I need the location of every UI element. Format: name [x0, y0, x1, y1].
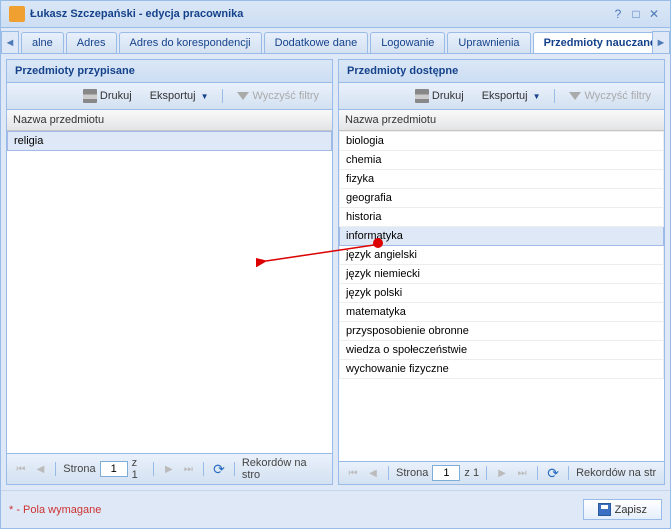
table-row[interactable]: język angielski	[339, 246, 664, 265]
page-prev-right[interactable]: ◀	[365, 465, 381, 481]
column-header-right[interactable]: Nazwa przedmiotu	[339, 110, 664, 131]
table-row[interactable]: wiedza o społeczeństwie	[339, 341, 664, 360]
tab-uprawnienia[interactable]: Uprawnienia	[447, 32, 530, 53]
clear-filters-button-right[interactable]: Wyczyść filtry	[562, 87, 658, 105]
table-row[interactable]: religia	[7, 131, 332, 151]
content-area: Przedmioty przypisane Drukuj Eksportuj ▼…	[1, 54, 670, 490]
tab-adres-do-korespondencji[interactable]: Adres do korespondencji	[119, 32, 262, 53]
print-button-right[interactable]: Drukuj	[408, 86, 471, 106]
page-first-left[interactable]: ⏮	[13, 461, 29, 477]
export-button-left[interactable]: Eksportuj ▼	[143, 87, 216, 105]
table-row[interactable]: biologia	[339, 131, 664, 151]
table-row[interactable]: matematyka	[339, 303, 664, 322]
panel-available: Przedmioty dostępne Drukuj Eksportuj ▼ W…	[338, 59, 665, 485]
print-icon	[83, 89, 97, 103]
page-last-right[interactable]: ⏭	[514, 465, 530, 481]
page-prev-left[interactable]: ◀	[33, 461, 49, 477]
window-title: Łukasz Szczepański - edycja pracownika	[30, 8, 610, 20]
table-row[interactable]: język niemiecki	[339, 265, 664, 284]
grid-body-right: biologiachemiafizykageografiahistoriainf…	[339, 131, 664, 461]
table-row[interactable]: wychowanie fizyczne	[339, 360, 664, 379]
panel-assigned: Przedmioty przypisane Drukuj Eksportuj ▼…	[6, 59, 333, 485]
table-row[interactable]: chemia	[339, 151, 664, 170]
page-next-right[interactable]: ▶	[494, 465, 510, 481]
page-first-right[interactable]: ⏮	[345, 465, 361, 481]
window: Łukasz Szczepański - edycja pracownika ?…	[0, 0, 671, 529]
pager-left: ⏮ ◀ Strona z 1 ▶ ⏭ ⟳ Rekordów na stro	[7, 453, 332, 484]
maximize-button[interactable]: □	[628, 6, 644, 22]
filter-icon	[569, 92, 581, 100]
clear-filters-button-left[interactable]: Wyczyść filtry	[230, 87, 326, 105]
page-input-right[interactable]	[432, 465, 460, 481]
table-row[interactable]: przysposobienie obronne	[339, 322, 664, 341]
table-row[interactable]: geografia	[339, 189, 664, 208]
separator	[554, 89, 555, 103]
tab-dodatkowe-dane[interactable]: Dodatkowe dane	[264, 32, 369, 53]
save-button[interactable]: Zapisz	[583, 499, 662, 520]
tab-scroll-left[interactable]: ◄	[1, 31, 19, 53]
table-row[interactable]: historia	[339, 208, 664, 227]
print-icon	[415, 89, 429, 103]
grid-body-left: religia	[7, 131, 332, 453]
close-button[interactable]: ✕	[646, 6, 662, 22]
save-icon	[598, 503, 611, 516]
table-row[interactable]: informatyka	[339, 227, 664, 246]
tab-alne[interactable]: alne	[21, 32, 64, 53]
help-button[interactable]: ?	[610, 6, 626, 22]
tab-scroll-right[interactable]: ►	[652, 31, 670, 53]
refresh-left[interactable]: ⟳	[211, 461, 227, 477]
print-button-left[interactable]: Drukuj	[76, 86, 139, 106]
pager-right: ⏮ ◀ Strona z 1 ▶ ⏭ ⟳ Rekordów na str	[339, 461, 664, 484]
separator	[222, 89, 223, 103]
footer: * - Pola wymagane Zapisz	[1, 490, 670, 528]
toolbar-right: Drukuj Eksportuj ▼ Wyczyść filtry	[339, 83, 664, 110]
toolbar-left: Drukuj Eksportuj ▼ Wyczyść filtry	[7, 83, 332, 110]
refresh-right[interactable]: ⟳	[545, 465, 561, 481]
chevron-down-icon: ▼	[201, 92, 209, 101]
tabstrip: ◄ alneAdresAdres do korespondencjiDodatk…	[1, 28, 670, 54]
export-button-right[interactable]: Eksportuj ▼	[475, 87, 548, 105]
tab-adres[interactable]: Adres	[66, 32, 117, 53]
table-row[interactable]: fizyka	[339, 170, 664, 189]
chevron-down-icon: ▼	[533, 92, 541, 101]
filter-icon	[237, 92, 249, 100]
tab-przedmioty-nauczane[interactable]: Przedmioty nauczane	[533, 32, 652, 53]
titlebar: Łukasz Szczepański - edycja pracownika ?…	[1, 1, 670, 28]
page-input-left[interactable]	[100, 461, 128, 477]
user-icon	[9, 6, 25, 22]
required-note: * - Pola wymagane	[9, 504, 101, 516]
table-row[interactable]: język polski	[339, 284, 664, 303]
page-last-left[interactable]: ⏭	[181, 461, 197, 477]
panel-assigned-title: Przedmioty przypisane	[7, 60, 332, 83]
page-next-left[interactable]: ▶	[161, 461, 177, 477]
column-header-left[interactable]: Nazwa przedmiotu	[7, 110, 332, 131]
panel-available-title: Przedmioty dostępne	[339, 60, 664, 83]
tab-logowanie[interactable]: Logowanie	[370, 32, 445, 53]
